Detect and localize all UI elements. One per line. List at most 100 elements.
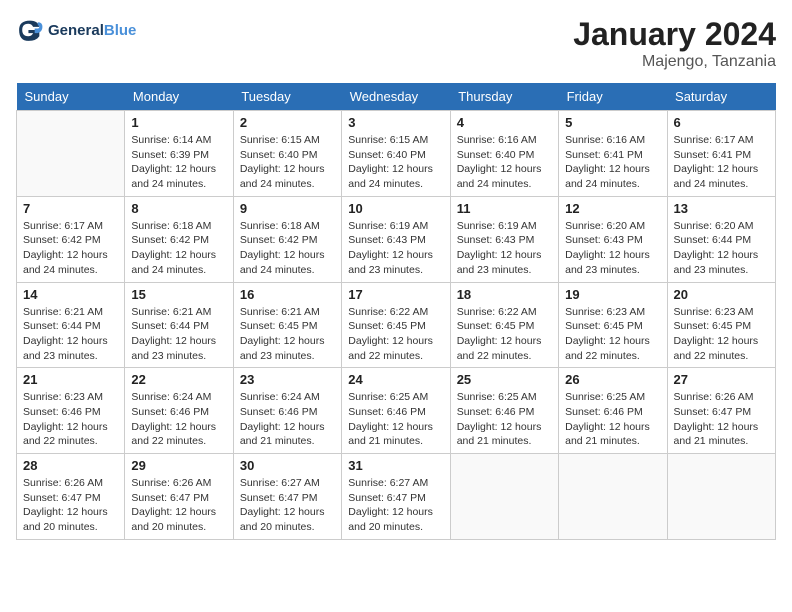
- calendar-cell: 12 Sunrise: 6:20 AMSunset: 6:43 PMDayligh…: [559, 196, 667, 282]
- calendar-week-1: 7 Sunrise: 6:17 AMSunset: 6:42 PMDaylight…: [17, 196, 776, 282]
- calendar-cell: 6 Sunrise: 6:17 AMSunset: 6:41 PMDaylight…: [667, 111, 775, 197]
- day-info: Sunrise: 6:19 AMSunset: 6:43 PMDaylight:…: [348, 219, 443, 278]
- calendar-cell: 14 Sunrise: 6:21 AMSunset: 6:44 PMDayligh…: [17, 282, 125, 368]
- calendar-cell: [559, 454, 667, 540]
- day-number: 3: [348, 115, 443, 130]
- day-info: Sunrise: 6:22 AMSunset: 6:45 PMDaylight:…: [457, 305, 552, 364]
- day-number: 10: [348, 201, 443, 216]
- calendar-cell: 15 Sunrise: 6:21 AMSunset: 6:44 PMDayligh…: [125, 282, 233, 368]
- header-sunday: Sunday: [17, 83, 125, 111]
- day-number: 24: [348, 372, 443, 387]
- day-number: 20: [674, 287, 769, 302]
- header-thursday: Thursday: [450, 83, 558, 111]
- calendar-cell: 10 Sunrise: 6:19 AMSunset: 6:43 PMDayligh…: [342, 196, 450, 282]
- day-info: Sunrise: 6:20 AMSunset: 6:44 PMDaylight:…: [674, 219, 769, 278]
- day-info: Sunrise: 6:26 AMSunset: 6:47 PMDaylight:…: [23, 476, 118, 535]
- day-number: 22: [131, 372, 226, 387]
- day-info: Sunrise: 6:25 AMSunset: 6:46 PMDaylight:…: [457, 390, 552, 449]
- day-number: 12: [565, 201, 660, 216]
- day-number: 17: [348, 287, 443, 302]
- day-info: Sunrise: 6:18 AMSunset: 6:42 PMDaylight:…: [131, 219, 226, 278]
- calendar-week-4: 28 Sunrise: 6:26 AMSunset: 6:47 PMDayligh…: [17, 454, 776, 540]
- calendar-cell: 13 Sunrise: 6:20 AMSunset: 6:44 PMDayligh…: [667, 196, 775, 282]
- day-number: 30: [240, 458, 335, 473]
- calendar-cell: 4Sunrise: 6:16 AMSunset: 6:40 PMDaylight…: [450, 111, 558, 197]
- day-number: 26: [565, 372, 660, 387]
- day-info: Sunrise: 6:20 AMSunset: 6:43 PMDaylight:…: [565, 219, 660, 278]
- title-block: January 2024 Majengo, Tanzania: [573, 16, 776, 71]
- calendar-cell: 31 Sunrise: 6:27 AMSunset: 6:47 PMDayligh…: [342, 454, 450, 540]
- calendar-cell: 23Sunrise: 6:24 AMSunset: 6:46 PMDayligh…: [233, 368, 341, 454]
- calendar-cell: 19 Sunrise: 6:23 AMSunset: 6:45 PMDayligh…: [559, 282, 667, 368]
- calendar-cell: 3Sunrise: 6:15 AMSunset: 6:40 PMDaylight…: [342, 111, 450, 197]
- calendar-cell: 24 Sunrise: 6:25 AMSunset: 6:46 PMDayligh…: [342, 368, 450, 454]
- day-info: Sunrise: 6:19 AMSunset: 6:43 PMDaylight:…: [457, 219, 552, 278]
- day-number: 8: [131, 201, 226, 216]
- day-info: Sunrise: 6:17 AMSunset: 6:42 PMDaylight:…: [23, 219, 118, 278]
- day-number: 28: [23, 458, 118, 473]
- day-info: Sunrise: 6:27 AMSunset: 6:47 PMDaylight:…: [348, 476, 443, 535]
- calendar-cell: 2 Sunrise: 6:15 AMSunset: 6:40 PMDaylight…: [233, 111, 341, 197]
- day-info: Sunrise: 6:14 AMSunset: 6:39 PMDaylight:…: [131, 133, 226, 192]
- calendar-cell: 29Sunrise: 6:26 AMSunset: 6:47 PMDayligh…: [125, 454, 233, 540]
- calendar-cell: 16 Sunrise: 6:21 AMSunset: 6:45 PMDayligh…: [233, 282, 341, 368]
- day-info: Sunrise: 6:23 AMSunset: 6:45 PMDaylight:…: [565, 305, 660, 364]
- day-info: Sunrise: 6:17 AMSunset: 6:41 PMDaylight:…: [674, 133, 769, 192]
- day-number: 9: [240, 201, 335, 216]
- day-number: 31: [348, 458, 443, 473]
- day-number: 5: [565, 115, 660, 130]
- calendar-cell: 17 Sunrise: 6:22 AMSunset: 6:45 PMDayligh…: [342, 282, 450, 368]
- calendar-cell: 5Sunrise: 6:16 AMSunset: 6:41 PMDaylight…: [559, 111, 667, 197]
- day-number: 2: [240, 115, 335, 130]
- calendar-cell: 11 Sunrise: 6:19 AMSunset: 6:43 PMDayligh…: [450, 196, 558, 282]
- day-info: Sunrise: 6:25 AMSunset: 6:46 PMDaylight:…: [565, 390, 660, 449]
- day-info: Sunrise: 6:21 AMSunset: 6:44 PMDaylight:…: [131, 305, 226, 364]
- calendar-cell: 22 Sunrise: 6:24 AMSunset: 6:46 PMDayligh…: [125, 368, 233, 454]
- header-monday: Monday: [125, 83, 233, 111]
- day-number: 16: [240, 287, 335, 302]
- logo: GeneralBlue: [16, 16, 136, 44]
- calendar-cell: 18 Sunrise: 6:22 AMSunset: 6:45 PMDayligh…: [450, 282, 558, 368]
- day-number: 27: [674, 372, 769, 387]
- day-number: 18: [457, 287, 552, 302]
- day-number: 13: [674, 201, 769, 216]
- day-info: Sunrise: 6:15 AMSunset: 6:40 PMDaylight:…: [240, 133, 335, 192]
- day-info: Sunrise: 6:18 AMSunset: 6:42 PMDaylight:…: [240, 219, 335, 278]
- day-number: 14: [23, 287, 118, 302]
- day-info: Sunrise: 6:21 AMSunset: 6:44 PMDaylight:…: [23, 305, 118, 364]
- page-header: GeneralBlue January 2024 Majengo, Tanzan…: [16, 16, 776, 71]
- day-number: 21: [23, 372, 118, 387]
- day-info: Sunrise: 6:27 AMSunset: 6:47 PMDaylight:…: [240, 476, 335, 535]
- day-info: Sunrise: 6:24 AMSunset: 6:46 PMDaylight:…: [240, 390, 335, 449]
- logo-text: GeneralBlue: [48, 22, 136, 39]
- calendar-week-0: 1Sunrise: 6:14 AMSunset: 6:39 PMDaylight…: [17, 111, 776, 197]
- calendar-table: Sunday Monday Tuesday Wednesday Thursday…: [16, 83, 776, 540]
- calendar-cell: [450, 454, 558, 540]
- day-number: 25: [457, 372, 552, 387]
- day-info: Sunrise: 6:21 AMSunset: 6:45 PMDaylight:…: [240, 305, 335, 364]
- calendar-cell: [17, 111, 125, 197]
- day-info: Sunrise: 6:16 AMSunset: 6:40 PMDaylight:…: [457, 133, 552, 192]
- day-number: 11: [457, 201, 552, 216]
- day-info: Sunrise: 6:23 AMSunset: 6:45 PMDaylight:…: [674, 305, 769, 364]
- day-info: Sunrise: 6:24 AMSunset: 6:46 PMDaylight:…: [131, 390, 226, 449]
- day-info: Sunrise: 6:22 AMSunset: 6:45 PMDaylight:…: [348, 305, 443, 364]
- calendar-cell: 27 Sunrise: 6:26 AMSunset: 6:47 PMDayligh…: [667, 368, 775, 454]
- calendar-week-3: 21Sunrise: 6:23 AMSunset: 6:46 PMDayligh…: [17, 368, 776, 454]
- day-info: Sunrise: 6:25 AMSunset: 6:46 PMDaylight:…: [348, 390, 443, 449]
- day-info: Sunrise: 6:26 AMSunset: 6:47 PMDaylight:…: [674, 390, 769, 449]
- day-number: 15: [131, 287, 226, 302]
- calendar-cell: 8 Sunrise: 6:18 AMSunset: 6:42 PMDaylight…: [125, 196, 233, 282]
- calendar-cell: [667, 454, 775, 540]
- header-wednesday: Wednesday: [342, 83, 450, 111]
- header-saturday: Saturday: [667, 83, 775, 111]
- day-number: 6: [674, 115, 769, 130]
- day-number: 7: [23, 201, 118, 216]
- calendar-cell: 20 Sunrise: 6:23 AMSunset: 6:45 PMDayligh…: [667, 282, 775, 368]
- calendar-cell: 1Sunrise: 6:14 AMSunset: 6:39 PMDaylight…: [125, 111, 233, 197]
- calendar-cell: 30 Sunrise: 6:27 AMSunset: 6:47 PMDayligh…: [233, 454, 341, 540]
- calendar-cell: 7 Sunrise: 6:17 AMSunset: 6:42 PMDaylight…: [17, 196, 125, 282]
- day-number: 19: [565, 287, 660, 302]
- header-friday: Friday: [559, 83, 667, 111]
- calendar-cell: 9 Sunrise: 6:18 AMSunset: 6:42 PMDaylight…: [233, 196, 341, 282]
